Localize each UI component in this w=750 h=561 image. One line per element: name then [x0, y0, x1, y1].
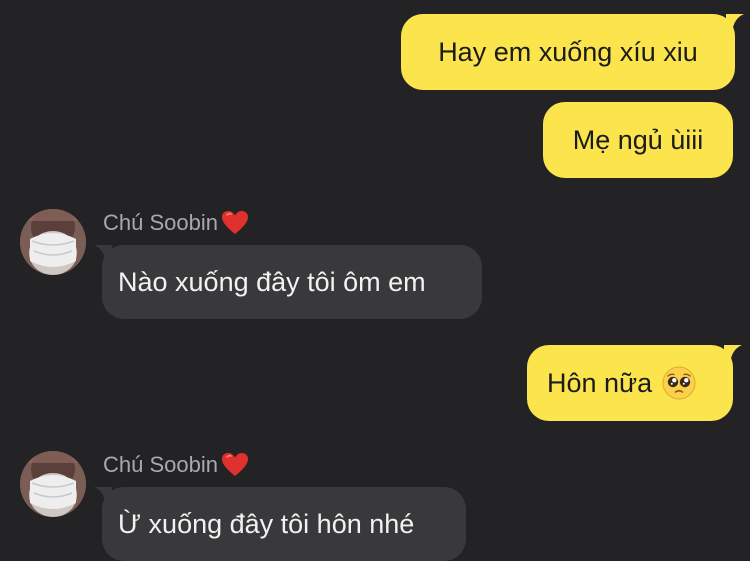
message-text: Hôn nữa: [547, 368, 653, 398]
bubble-tail: [726, 14, 744, 32]
outgoing-message[interactable]: Hôn nữa: [527, 345, 733, 421]
heart-icon: [221, 211, 248, 234]
incoming-message[interactable]: Nào xuống đây tôi ôm em: [102, 245, 482, 319]
avatar-photo-icon: [20, 209, 86, 275]
heart-icon: [221, 453, 248, 476]
avatar[interactable]: [20, 451, 86, 517]
sender-name: Chú Soobin: [103, 452, 249, 478]
avatar-photo-icon: [20, 451, 86, 517]
incoming-message[interactable]: Ừ xuống đây tôi hôn nhé: [102, 487, 466, 561]
bubble-tail: [724, 345, 742, 363]
pleading-face-icon: [662, 366, 696, 400]
chat-thread: Hay em xuống xíu xiu Mẹ ngủ ùiii Chú Soo…: [0, 0, 750, 561]
message-text: Ừ xuống đây tôi hôn nhé: [118, 509, 415, 539]
avatar[interactable]: [20, 209, 86, 275]
message-text: Hay em xuống xíu xiu: [438, 37, 698, 67]
outgoing-message[interactable]: Hay em xuống xíu xiu: [401, 14, 735, 90]
message-text: Mẹ ngủ ùiii: [572, 125, 704, 155]
outgoing-message[interactable]: Mẹ ngủ ùiii: [543, 102, 733, 178]
sender-name: Chú Soobin: [103, 210, 249, 236]
message-text: Nào xuống đây tôi ôm em: [118, 267, 426, 297]
